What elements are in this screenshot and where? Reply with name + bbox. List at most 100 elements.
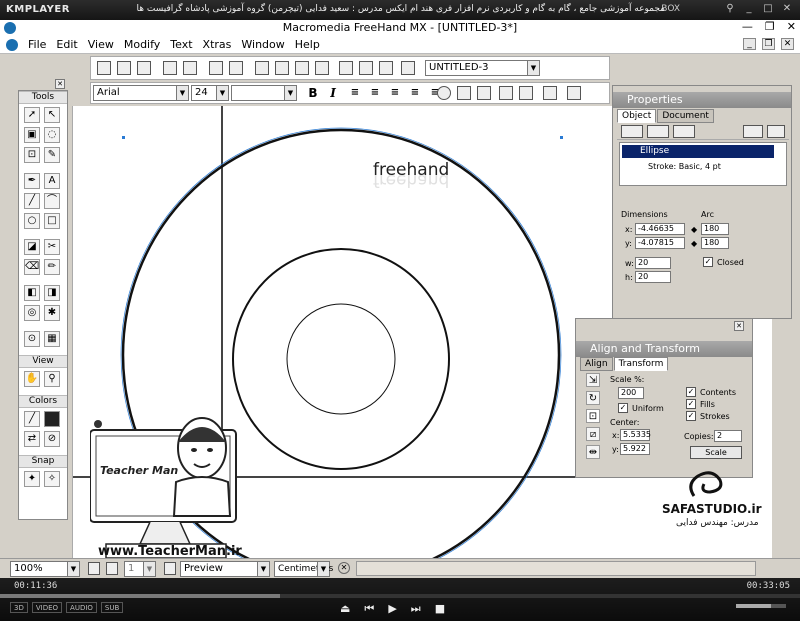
fills-checkbox[interactable]: ✓ — [686, 399, 696, 409]
align-title[interactable]: Align and Transform — [576, 341, 752, 357]
reflect-icon[interactable]: ⇹ — [586, 445, 600, 459]
pencil-tool-icon[interactable]: ✏ — [44, 259, 60, 275]
h-field[interactable]: 20 — [635, 271, 671, 283]
fisheye-tool-icon[interactable]: ◎ — [24, 305, 40, 321]
menu-xtras[interactable]: Xtras — [203, 38, 232, 51]
align-left-icon[interactable]: ≡ — [347, 85, 363, 101]
align-close-icon[interactable]: ✕ — [734, 321, 744, 331]
lasso-tool-icon[interactable]: ◌ — [44, 127, 60, 143]
doc-restore-icon[interactable]: ❐ — [762, 38, 775, 50]
snap-to-guide-icon[interactable]: ✧ — [44, 471, 60, 487]
chevron-down-icon[interactable]: ▼ — [143, 562, 155, 576]
snap-to-point-icon[interactable]: ✦ — [24, 471, 40, 487]
unlock-icon[interactable] — [229, 61, 243, 75]
open-folder-icon[interactable] — [117, 61, 131, 75]
chevron-down-icon[interactable]: ▼ — [257, 562, 269, 576]
line-tool-icon[interactable]: ╱ — [24, 193, 40, 209]
font-size-dropdown[interactable]: 24 ▼ — [191, 85, 229, 101]
link-icon[interactable] — [457, 86, 471, 100]
stop-icon[interactable]: ■ — [435, 602, 445, 616]
play-icon[interactable]: ▶ — [388, 602, 396, 616]
first-page-icon[interactable] — [88, 562, 100, 575]
font-dropdown[interactable]: Arial ▼ — [93, 85, 189, 101]
transform-icon[interactable] — [295, 61, 309, 75]
closed-checkbox[interactable]: ✓ — [703, 257, 713, 267]
reflect-tool-icon[interactable]: ◪ — [24, 239, 40, 255]
group-icon[interactable] — [255, 61, 269, 75]
pen-tool-icon[interactable]: ✒ — [24, 173, 40, 189]
convert-icon[interactable] — [477, 86, 491, 100]
align-center-icon[interactable]: ≡ — [367, 85, 383, 101]
doc-close-icon[interactable]: ✕ — [781, 38, 794, 50]
lock-icon[interactable] — [209, 61, 223, 75]
skew-icon[interactable]: ⧄ — [586, 427, 600, 441]
hand-tool-icon[interactable]: ✋ — [24, 371, 40, 387]
swap-colors-icon[interactable]: ⇄ — [24, 431, 40, 447]
chevron-down-icon[interactable]: ▼ — [527, 61, 539, 75]
maximize-icon[interactable]: □ — [761, 2, 775, 16]
text-editor-icon[interactable] — [567, 86, 581, 100]
swatches-icon[interactable] — [379, 61, 393, 75]
chevron-down-icon[interactable]: ▼ — [284, 86, 296, 100]
italic-button[interactable]: I — [325, 85, 341, 101]
text-effects-icon[interactable] — [543, 86, 557, 100]
doc-minimize-icon[interactable]: _ — [743, 38, 756, 50]
add-fill-icon[interactable] — [647, 125, 669, 138]
subselect-tool-icon[interactable]: ↖ — [44, 107, 60, 123]
menu-text[interactable]: Text — [170, 38, 192, 51]
video-button[interactable]: VIDEO — [31, 602, 63, 613]
window-minimize-icon[interactable]: — — [742, 20, 753, 33]
eyedropper-tool-icon[interactable]: ✎ — [44, 147, 60, 163]
copies-field[interactable]: 2 — [714, 430, 742, 442]
menu-help[interactable]: Help — [295, 38, 320, 51]
text-tool-icon[interactable]: A — [44, 173, 60, 189]
eject-icon[interactable]: ⏏ — [340, 602, 350, 616]
blend-tool-icon[interactable]: ◨ — [44, 285, 60, 301]
arc-end-field[interactable]: 180 — [701, 237, 729, 249]
pointer-tool-icon[interactable]: ➚ — [24, 107, 40, 123]
style-dropdown[interactable]: ▼ — [231, 85, 297, 101]
tab-align[interactable]: Align — [580, 357, 613, 371]
knife-tool-icon[interactable]: ✂ — [44, 239, 60, 255]
save-icon[interactable] — [137, 61, 151, 75]
chevron-down-icon[interactable]: ▼ — [317, 562, 329, 576]
rectangle-tool-icon[interactable]: □ — [44, 213, 60, 229]
layers-icon[interactable] — [339, 61, 353, 75]
subtitle-button[interactable]: SUB — [100, 602, 124, 613]
library-icon[interactable] — [315, 61, 329, 75]
page-dropdown[interactable]: 1 ▼ — [124, 561, 156, 577]
page-tool-icon[interactable]: ▣ — [24, 127, 40, 143]
menu-view[interactable]: View — [88, 38, 114, 51]
x-field[interactable]: -4.46635 — [635, 223, 685, 235]
preview-dropdown[interactable]: Preview ▼ — [180, 561, 270, 577]
document-icon[interactable] — [6, 39, 18, 51]
text-on-path-icon[interactable] — [437, 86, 451, 100]
3d-button[interactable]: 3D — [10, 602, 28, 613]
window-restore-icon[interactable]: ❐ — [765, 20, 775, 33]
rotate-icon[interactable]: ↻ — [586, 391, 600, 405]
previous-icon[interactable]: ⏮ — [364, 602, 374, 616]
menu-modify[interactable]: Modify — [124, 38, 160, 51]
menu-file[interactable]: File — [28, 38, 46, 51]
tools-close-icon[interactable]: ✕ — [55, 79, 65, 89]
scale-field[interactable]: 200 — [618, 387, 644, 399]
prev-page-icon[interactable] — [106, 562, 118, 575]
align-icon[interactable] — [275, 61, 289, 75]
center-x-field[interactable]: 5.5335 — [620, 429, 651, 441]
bold-button[interactable]: B — [305, 85, 321, 101]
scale-tool-icon[interactable]: ⊡ — [24, 147, 40, 163]
new-file-icon[interactable] — [97, 61, 111, 75]
scale-button[interactable]: Scale — [690, 446, 742, 459]
ellipse-tool-icon[interactable]: ○ — [24, 213, 40, 229]
center-y-field[interactable]: 5.922 — [620, 443, 650, 455]
pin-icon[interactable]: ⚲ — [723, 2, 737, 16]
menu-window[interactable]: Window — [241, 38, 284, 51]
chart-tool-icon[interactable]: ▦ — [44, 331, 60, 347]
zoom-tool-icon[interactable]: ⚲ — [44, 371, 60, 387]
freehand-text[interactable]: freehand — [373, 160, 449, 180]
arc-start-field[interactable]: 180 — [701, 223, 729, 235]
tab-transform[interactable]: Transform — [613, 357, 669, 371]
eraser-tool-icon[interactable]: ⌫ — [24, 259, 40, 275]
volume-slider[interactable] — [736, 604, 786, 608]
connector-tool-icon[interactable]: ⊙ — [24, 331, 40, 347]
